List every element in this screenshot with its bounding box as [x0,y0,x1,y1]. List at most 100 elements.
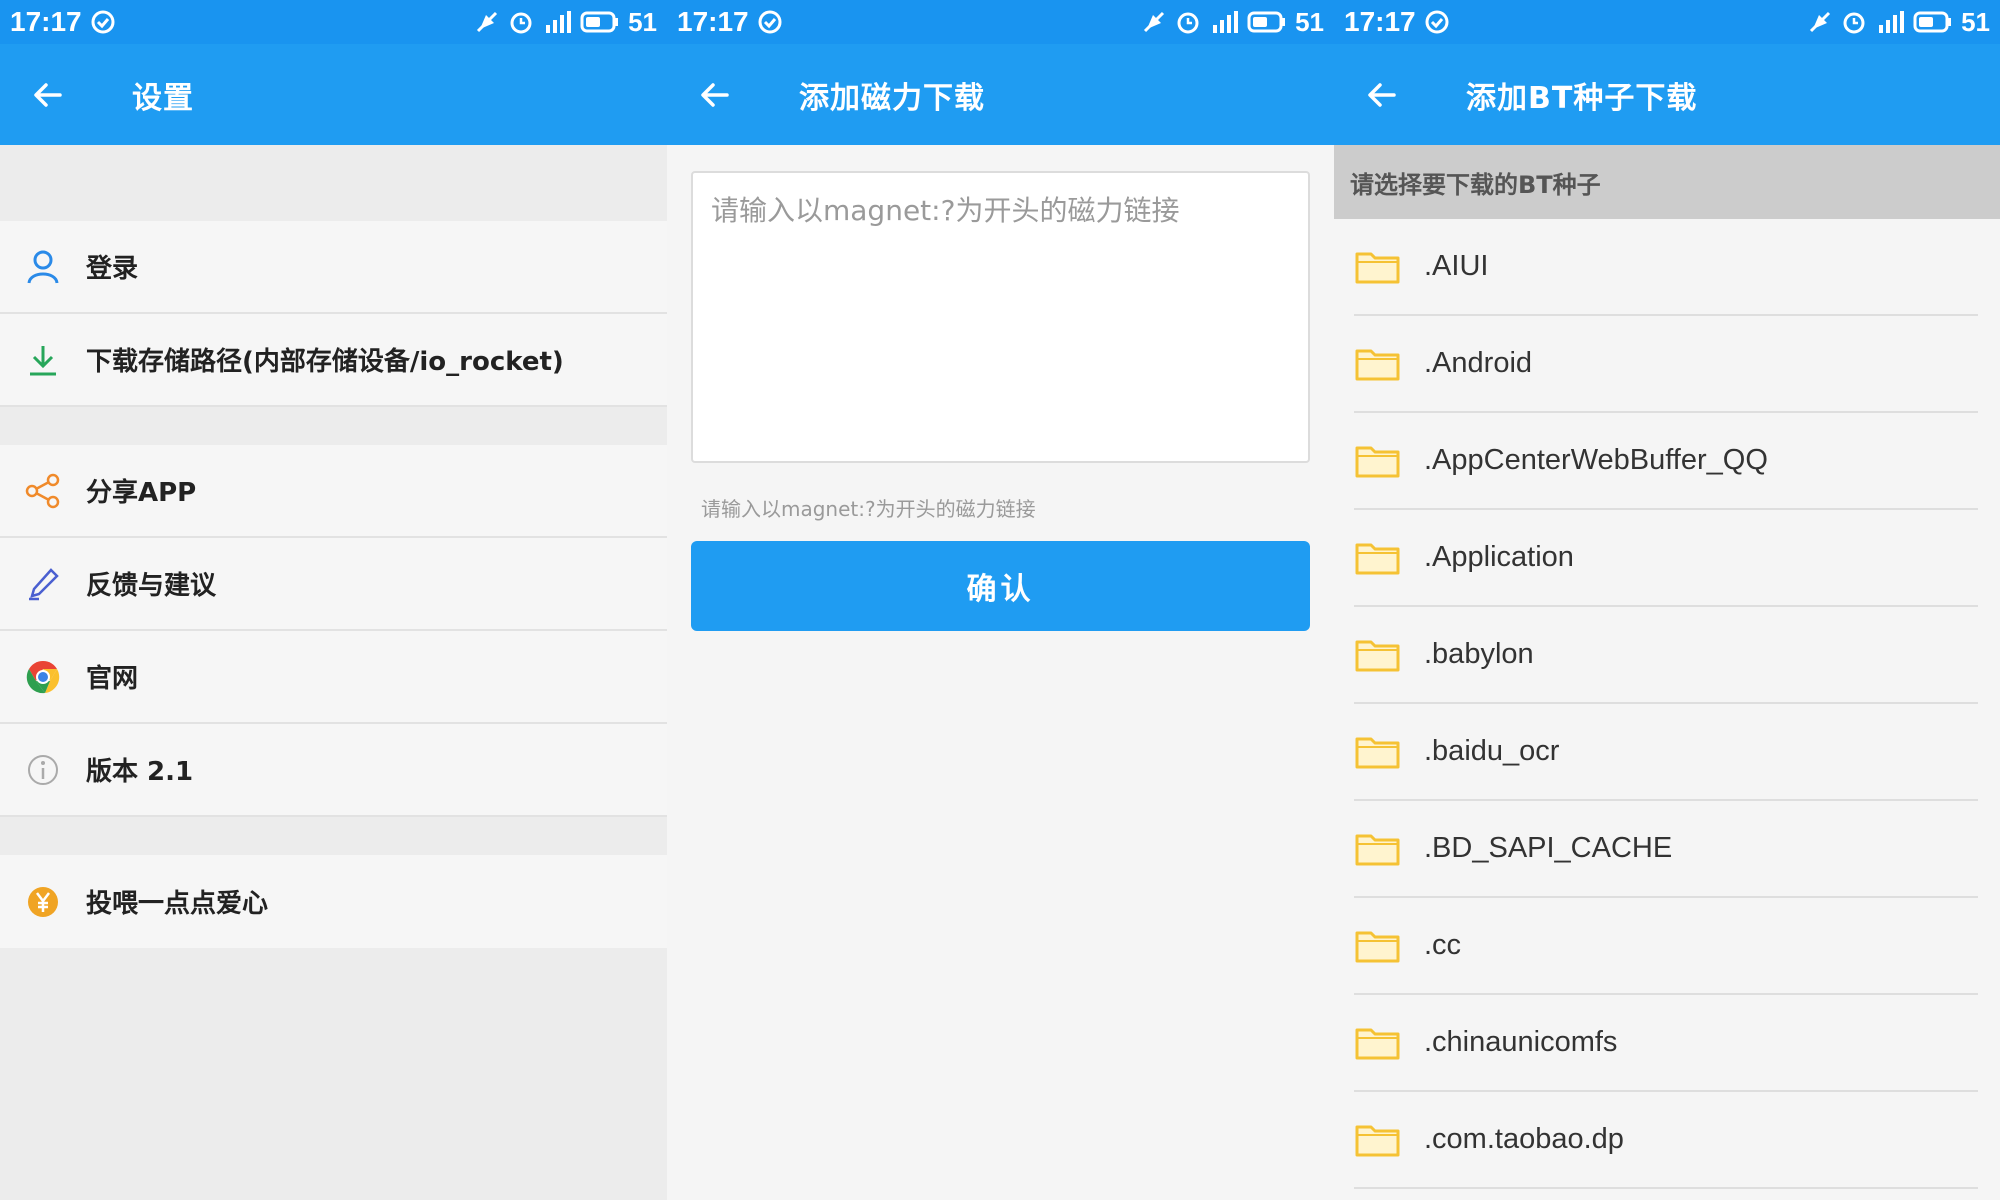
folder-name: .com.taobao.dp [1424,1123,1624,1155]
folder-name: .Application [1424,541,1574,573]
folder-row[interactable]: .babylon [1354,607,1978,704]
status-bar: 17:17 51 [667,0,1334,44]
battery-level: 51 [628,6,657,37]
menu-item-share[interactable]: 分享APP [0,445,667,538]
check-circle-icon [90,9,116,35]
folder-name: .babylon [1424,638,1534,670]
chrome-icon [0,630,86,723]
folder-icon [1354,733,1424,771]
back-button[interactable] [0,44,96,145]
confirm-button[interactable]: 确认 [691,541,1310,631]
yen-coin-icon [0,855,86,948]
back-button[interactable] [1334,44,1430,145]
menu-item-version[interactable]: 版本 2.1 [0,724,667,817]
folder-row[interactable]: .cc [1354,898,1978,995]
page-title: 添加BT种子下载 [1466,80,1698,116]
status-bar: 17:17 51 [1334,0,2000,44]
menu-label: 反馈与建议 [86,571,217,601]
three-screen-composite: 17:17 51 设置 登录 下载存储路径(内部存储设备/io_rocket) … [0,0,2000,1200]
menu-label: 分享APP [86,478,197,508]
bt-file-browser: 请选择要下载的BT种子 .AIUI .Android .AppCenterWeb… [1334,145,2000,1200]
battery-icon [1247,10,1287,34]
folder-icon [1354,1121,1424,1159]
folder-row[interactable]: .AIUI [1354,219,1978,316]
mute-icon [474,9,500,35]
menu-label: 官网 [86,664,139,694]
info-icon [0,723,86,816]
battery-icon [1913,10,1953,34]
battery-level: 51 [1961,6,1990,37]
alarm-icon [1841,9,1867,35]
folder-name: .AIUI [1424,250,1489,282]
mute-icon [1807,9,1833,35]
status-time: 17:17 [10,6,82,37]
pen-icon [0,537,86,630]
app-bar: 添加BT种子下载 [1334,44,2000,145]
status-bar: 17:17 51 [0,0,667,44]
magnet-download-screen: 17:17 51 添加磁力下载 请输入以magnet:?为开头的磁力链接 请输入… [667,0,1334,1200]
folder-list: .AIUI .Android .AppCenterWebBuffer_QQ .A… [1334,219,2000,1189]
menu-label: 投喂一点点爱心 [86,889,269,919]
folder-row[interactable]: .Application [1354,510,1978,607]
menu-item-download-path[interactable]: 下载存储路径(内部存储设备/io_rocket) [0,314,667,407]
menu-label: 版本 2.1 [86,757,194,787]
menu-label: 登录 [86,254,139,284]
menu-item-login[interactable]: 登录 [0,221,667,314]
signal-icon [1875,9,1905,35]
magnet-form: 请输入以magnet:?为开头的磁力链接 确认 [667,145,1334,1200]
folder-name: .cc [1424,929,1462,961]
share-icon [0,444,86,537]
folder-icon [1354,636,1424,674]
status-time: 17:17 [1344,6,1416,37]
folder-name: .BD_SAPI_CACHE [1424,832,1673,864]
status-time: 17:17 [677,6,749,37]
check-circle-icon [757,9,783,35]
mute-icon [1141,9,1167,35]
folder-icon [1354,927,1424,965]
folder-row[interactable]: .chinaunicomfs [1354,995,1978,1092]
folder-icon [1354,442,1424,480]
signal-icon [542,9,572,35]
folder-icon [1354,1024,1424,1062]
check-circle-icon [1424,9,1450,35]
download-icon [0,313,86,406]
page-title: 设置 [132,80,194,116]
menu-item-donate[interactable]: 投喂一点点爱心 [0,855,667,948]
magnet-link-input[interactable] [691,171,1310,463]
group-divider [0,407,667,445]
folder-row[interactable]: .baidu_ocr [1354,704,1978,801]
folder-icon [1354,830,1424,868]
alarm-icon [508,9,534,35]
group-divider [0,817,667,855]
folder-name: .chinaunicomfs [1424,1026,1618,1058]
app-bar: 设置 [0,44,667,145]
back-button[interactable] [667,44,763,145]
arrow-left-icon [701,82,729,107]
input-hint: 请输入以magnet:?为开头的磁力链接 [701,497,1036,521]
folder-icon [1354,345,1424,383]
user-icon [0,220,86,313]
battery-icon [580,10,620,34]
battery-level: 51 [1295,6,1324,37]
section-header: 请选择要下载的BT种子 [1334,145,2000,219]
menu-label: 下载存储路径(内部存储设备/io_rocket) [86,347,564,377]
group-divider [0,145,667,221]
arrow-left-icon [1368,82,1396,107]
menu-item-feedback[interactable]: 反馈与建议 [0,538,667,631]
bt-download-screen: 17:17 51 添加BT种子下载 请选择要下载的BT种子 .AIUI .And… [1334,0,2000,1200]
settings-list: 登录 下载存储路径(内部存储设备/io_rocket) 分享APP 反馈与建议 … [0,145,667,1200]
app-bar: 添加磁力下载 [667,44,1334,145]
folder-row[interactable]: .com.taobao.dp [1354,1092,1978,1189]
folder-row[interactable]: .Android [1354,316,1978,413]
folder-icon [1354,539,1424,577]
folder-icon [1354,248,1424,286]
alarm-icon [1175,9,1201,35]
arrow-left-icon [34,82,62,107]
settings-screen: 17:17 51 设置 登录 下载存储路径(内部存储设备/io_rocket) … [0,0,667,1200]
folder-row[interactable]: .BD_SAPI_CACHE [1354,801,1978,898]
folder-name: .AppCenterWebBuffer_QQ [1424,444,1768,476]
folder-row[interactable]: .AppCenterWebBuffer_QQ [1354,413,1978,510]
menu-item-website[interactable]: 官网 [0,631,667,724]
folder-name: .Android [1424,347,1533,379]
folder-name: .baidu_ocr [1424,735,1560,767]
